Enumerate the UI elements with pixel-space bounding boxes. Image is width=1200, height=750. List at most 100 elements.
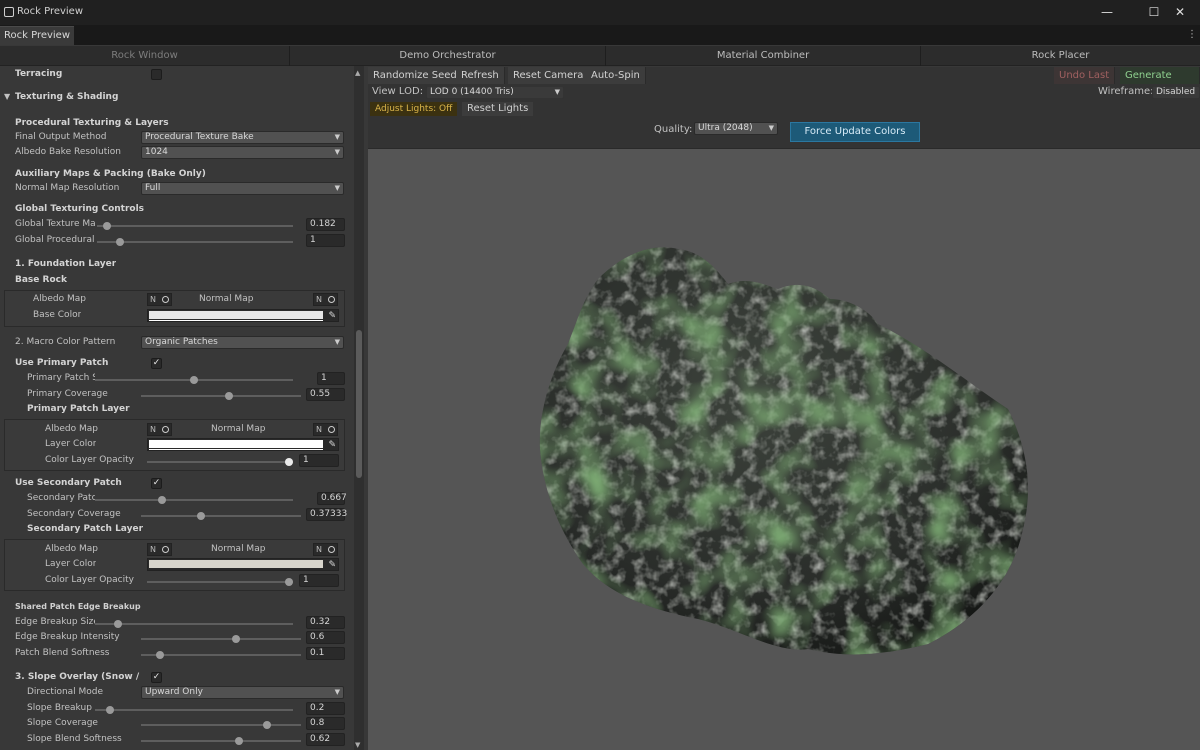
- primary-size-field[interactable]: 1: [317, 372, 345, 385]
- slider-knob[interactable]: [190, 376, 198, 384]
- app-icon: [4, 7, 14, 17]
- secondary-layer-label: Secondary Patch Layer: [27, 524, 144, 534]
- primary-albedo-field[interactable]: N: [147, 423, 172, 436]
- primary-normal-field[interactable]: N: [313, 423, 338, 436]
- randomize-seed-button[interactable]: Randomize Seed: [368, 67, 463, 84]
- secondary-size-slider[interactable]: [95, 499, 293, 501]
- scroll-down-icon[interactable]: ▼: [355, 741, 360, 749]
- global-procedural-label: Global Procedural: [15, 235, 95, 245]
- eyedropper-icon: ✎: [328, 311, 336, 321]
- slider-knob[interactable]: [224, 392, 233, 400]
- use-secondary-checkbox[interactable]: ✓: [151, 478, 162, 489]
- albedo-res-dropdown[interactable]: 1024 ▼: [141, 146, 344, 159]
- slope-coverage-slider[interactable]: [141, 724, 301, 726]
- albedo-res-label: Albedo Bake Resolution: [15, 147, 121, 157]
- primary-opacity-slider[interactable]: [147, 461, 293, 463]
- secondary-normal-label: Normal Map: [211, 544, 266, 554]
- primary-opacity-field[interactable]: 1: [299, 454, 339, 467]
- secondary-opacity-slider[interactable]: [147, 581, 293, 583]
- scroll-up-icon[interactable]: ▲: [355, 69, 360, 77]
- global-texture-field[interactable]: 0.182: [306, 218, 345, 231]
- view-lod-dropdown[interactable]: LOD 0 (14400 Tris) ▼: [426, 86, 564, 99]
- global-procedural-field[interactable]: 1: [306, 234, 345, 247]
- rock-moss: [539, 247, 1028, 655]
- secondary-normal-field[interactable]: N: [313, 543, 338, 556]
- secondary-albedo-field[interactable]: N: [147, 543, 172, 556]
- primary-coverage-field[interactable]: 0.55: [306, 388, 345, 401]
- secondary-coverage-slider[interactable]: [141, 515, 301, 517]
- more-options-icon[interactable]: ⋮: [1187, 29, 1197, 40]
- use-primary-checkbox[interactable]: ✓: [151, 358, 162, 369]
- slider-knob[interactable]: [114, 620, 122, 628]
- secondary-layer-color-field[interactable]: ✎: [147, 558, 339, 571]
- macro-color-dropdown[interactable]: Organic Patches ▼: [141, 336, 344, 349]
- primary-coverage-slider[interactable]: [141, 395, 301, 397]
- color-swatch: [149, 311, 323, 319]
- terracing-checkbox[interactable]: [151, 69, 162, 80]
- slope-coverage-field[interactable]: 0.8: [306, 717, 345, 730]
- slope-overlay-label: 3. Slope Overlay (Snow / Du: [15, 672, 142, 682]
- global-texture-slider[interactable]: [97, 225, 293, 227]
- slope-breakup-field[interactable]: 0.2: [306, 702, 345, 715]
- slope-overlay-checkbox[interactable]: ✓: [151, 672, 162, 683]
- slider-knob[interactable]: [106, 706, 115, 714]
- slider-knob[interactable]: [102, 222, 111, 230]
- slider-knob[interactable]: [197, 512, 206, 520]
- reset-camera-button[interactable]: Reset Camera: [508, 67, 590, 84]
- refresh-button[interactable]: Refresh: [456, 67, 505, 84]
- minimize-button[interactable]: —: [1087, 2, 1127, 22]
- inspector-scrollbar[interactable]: ▲ ▼: [354, 66, 364, 750]
- wireframe-dropdown[interactable]: Disabled: [1152, 86, 1200, 99]
- slider-knob[interactable]: [285, 578, 293, 586]
- slider-knob[interactable]: [156, 651, 165, 659]
- adjust-lights-toggle[interactable]: Adjust Lights: Off: [370, 102, 458, 116]
- normal-res-dropdown[interactable]: Full ▼: [141, 182, 344, 195]
- normal-map-field[interactable]: N: [313, 293, 338, 306]
- albedo-map-field[interactable]: N: [147, 293, 172, 306]
- rock-render: [539, 247, 1028, 655]
- secondary-size-field[interactable]: 0.667: [317, 492, 347, 505]
- slope-breakup-slider[interactable]: [95, 709, 293, 711]
- directional-mode-dropdown[interactable]: Upward Only ▼: [141, 686, 344, 699]
- quality-dropdown[interactable]: Ultra (2048) ▼: [694, 122, 778, 135]
- preview-viewport[interactable]: [368, 149, 1200, 750]
- primary-coverage-label: Primary Coverage: [27, 389, 108, 399]
- reset-lights-button[interactable]: Reset Lights: [462, 102, 534, 116]
- undo-last-button[interactable]: Undo Last: [1054, 67, 1116, 84]
- secondary-coverage-field[interactable]: 0.37333: [306, 508, 347, 521]
- patch-blend-field[interactable]: 0.1: [306, 647, 345, 660]
- foldout-arrow-icon[interactable]: ▼: [4, 92, 10, 101]
- edge-intensity-field[interactable]: 0.6: [306, 631, 345, 644]
- patch-blend-slider[interactable]: [141, 654, 301, 656]
- primary-layer-color-field[interactable]: ✎: [147, 438, 339, 451]
- slope-blend-slider[interactable]: [141, 740, 301, 742]
- slider-knob[interactable]: [115, 238, 124, 246]
- generate-prefab-button[interactable]: Generate Prefab: [1120, 67, 1200, 98]
- title-bar: Rock Preview — ☐ ✕: [0, 0, 1200, 25]
- texturing-shading-header[interactable]: Texturing & Shading: [15, 92, 118, 102]
- slider-knob[interactable]: [157, 496, 166, 504]
- slider-knob[interactable]: [232, 635, 241, 643]
- edge-intensity-slider[interactable]: [141, 638, 301, 640]
- tab-demo-orchestrator[interactable]: Demo Orchestrator: [290, 46, 606, 66]
- normal-res-label: Normal Map Resolution: [15, 183, 120, 193]
- scrollbar-thumb[interactable]: [356, 330, 362, 478]
- tab-rock-preview[interactable]: Rock Preview: [0, 26, 75, 45]
- base-color-field[interactable]: ✎: [147, 309, 339, 322]
- slope-blend-field[interactable]: 0.62: [306, 733, 345, 746]
- secondary-opacity-field[interactable]: 1: [299, 574, 339, 587]
- slider-knob[interactable]: [235, 737, 244, 745]
- final-output-dropdown[interactable]: Procedural Texture Bake ▼: [141, 131, 344, 144]
- tab-rock-window[interactable]: Rock Window: [0, 46, 290, 66]
- tab-rock-placer[interactable]: Rock Placer: [921, 46, 1200, 66]
- close-button[interactable]: ✕: [1160, 2, 1200, 22]
- force-update-colors-button[interactable]: Force Update Colors: [790, 122, 920, 142]
- slider-knob[interactable]: [262, 721, 271, 729]
- edge-size-slider[interactable]: [95, 623, 293, 625]
- directional-mode-label: Directional Mode: [27, 687, 104, 697]
- auto-spin-button[interactable]: Auto-Spin: [586, 67, 646, 84]
- edge-size-field[interactable]: 0.32: [306, 616, 345, 629]
- global-procedural-slider[interactable]: [97, 241, 293, 243]
- slider-knob[interactable]: [285, 458, 293, 466]
- tab-material-combiner[interactable]: Material Combiner: [606, 46, 921, 66]
